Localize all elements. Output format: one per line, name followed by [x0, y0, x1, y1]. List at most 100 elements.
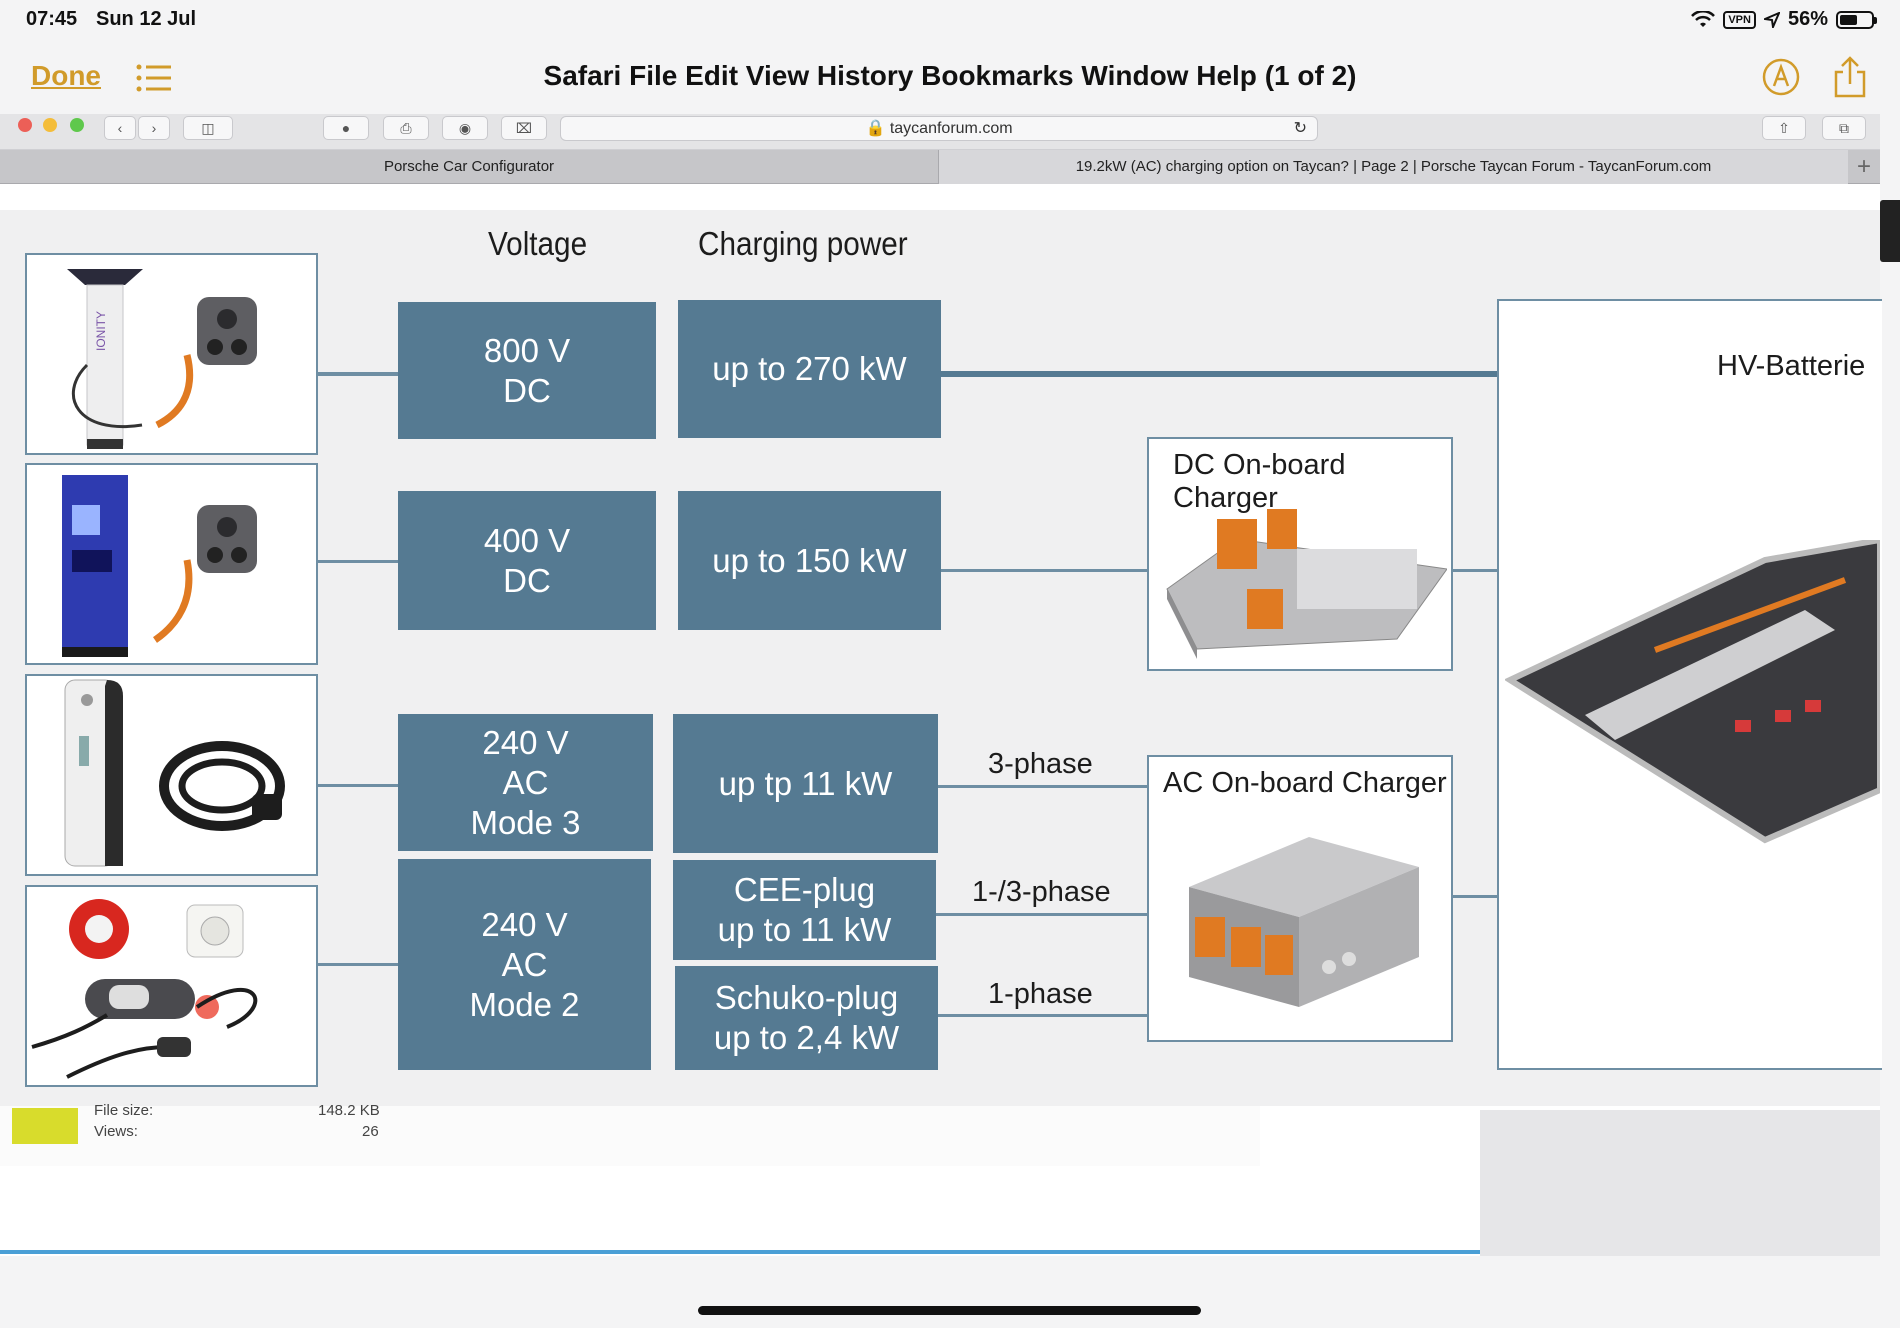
forward-button[interactable]: › [138, 116, 170, 140]
power-value: up to 150 kW [712, 541, 907, 579]
mobile-charger-image [31, 899, 258, 1079]
hv-battery-label: HV-Batterie [1717, 350, 1866, 382]
new-tab-button[interactable]: + [1850, 152, 1878, 182]
printer-icon: ⎙ [400, 119, 412, 136]
close-window-button[interactable] [18, 118, 32, 132]
markup-icon[interactable] [1762, 58, 1800, 96]
current-type: AC [501, 945, 548, 983]
ac-charger-unit-image [1189, 837, 1419, 1007]
battery-icon [1836, 10, 1877, 29]
phase-label-1: 1-phase [988, 978, 1093, 1010]
dc-charger-photo [25, 463, 318, 665]
attachment-info [0, 1106, 1260, 1166]
dot-icon: ● [341, 120, 351, 136]
dc-charger-unit-image [1166, 509, 1447, 659]
connector-line [940, 569, 1148, 572]
address-text: taycanforum.com [889, 120, 1013, 137]
views-value: 26 [362, 1123, 379, 1140]
voltage-box-400v-dc: 400 V DC [398, 491, 656, 630]
connector-line [937, 785, 1147, 788]
power-box-270kw: up to 270 kW [678, 300, 941, 438]
location-arrow-icon [1763, 11, 1780, 28]
page-divider [0, 1250, 1480, 1254]
wallbox-image [64, 679, 285, 867]
connector-line [318, 963, 398, 966]
file-size-value: 148.2 KB [318, 1102, 380, 1119]
charging-mode: Mode 2 [469, 985, 580, 1023]
toolbar-share-button[interactable]: ⇧ [1762, 116, 1806, 140]
ac-onboard-charger: AC On-board Charger [1147, 755, 1453, 1042]
tab-overview-button[interactable]: ⧉ [1822, 116, 1866, 140]
charging-power-header: Charging power [698, 225, 908, 262]
viewer-title: Safari File Edit View History Bookmarks … [543, 60, 1357, 91]
connector-line [318, 560, 398, 563]
reader-icon: ⌧ [515, 119, 533, 136]
print-button[interactable]: ⎙ [383, 116, 429, 140]
power-value: up to 11 kW [717, 911, 892, 948]
phase-label-1-3: 1-/3-phase [972, 876, 1111, 908]
status-time: 07:45 [26, 8, 78, 30]
tabs-icon: ⧉ [1839, 119, 1849, 136]
sidebar-button[interactable]: ◫ [183, 116, 233, 140]
connector-line [318, 372, 398, 376]
connector-line [940, 371, 1500, 377]
voltage-box-240v-ac-mode3: 240 V AC Mode 3 [398, 714, 653, 851]
connector-line [1453, 569, 1497, 572]
chevron-right-icon: › [151, 120, 157, 136]
voltage-value: 240 V [481, 905, 568, 943]
ionity-charger-photo: IONITY [25, 253, 318, 455]
wifi-icon [1691, 10, 1716, 27]
reload-icon[interactable]: ↻ [1294, 117, 1307, 140]
zoom-window-button[interactable] [70, 118, 84, 132]
shield-icon: ◉ [458, 119, 472, 136]
voltage-value: 800 V [483, 331, 571, 369]
plug-type: Schuko-plug [714, 979, 899, 1016]
phase-label-3: 3-phase [988, 748, 1093, 780]
page-sidebar-area [1480, 1110, 1880, 1256]
voltage-box-240v-ac-mode2: 240 V AC Mode 2 [398, 859, 651, 1070]
ac-charger-label: AC On-board Charger [1163, 767, 1447, 799]
home-indicator[interactable] [698, 1306, 1201, 1315]
dc-charger-image [62, 475, 257, 657]
voltage-value: 240 V [482, 723, 569, 761]
ionity-logo: IONITY [94, 311, 108, 351]
voltage-value: 400 V [483, 521, 571, 559]
power-box-schuko-plug: Schuko-plug up to 2,4 kW [675, 966, 938, 1070]
mobile-charger-photo [25, 885, 318, 1087]
lock-icon: 🔒 [865, 120, 886, 137]
reader-button[interactable]: ⌧ [501, 116, 547, 140]
current-type: DC [503, 561, 551, 599]
charging-mode: Mode 3 [470, 803, 581, 841]
back-button[interactable]: ‹ [104, 116, 136, 140]
battery-percent: 56% [1787, 8, 1828, 30]
minimize-window-button[interactable] [43, 118, 57, 132]
power-box-150kw: up to 150 kW [678, 491, 941, 630]
voltage-header: Voltage [488, 225, 588, 262]
connector-line [937, 1014, 1147, 1017]
power-value: up to 2,4 kW [713, 1019, 900, 1056]
vpn-badge: VPN [1723, 10, 1756, 29]
scroll-indicator[interactable] [1880, 200, 1900, 262]
plug-type: CEE-plug [733, 871, 876, 908]
extension-button[interactable]: ● [323, 116, 369, 140]
privacy-button[interactable]: ◉ [442, 116, 488, 140]
views-label: Views: [94, 1123, 138, 1140]
sidebar-icon: ◫ [201, 119, 215, 136]
address-bar[interactable]: 🔒 taycanforum.com ↻ [560, 116, 1318, 141]
connector-line [935, 913, 1147, 916]
current-type: AC [502, 763, 549, 801]
power-value: up to 270 kW [712, 350, 907, 387]
wallbox-photo [25, 674, 318, 876]
tab-taycan-forum[interactable]: 19.2kW (AC) charging option on Taycan? |… [938, 150, 1848, 184]
file-size-label: File size: [94, 1102, 154, 1119]
power-box-11kw: up tp 11 kW [673, 714, 938, 853]
share-icon[interactable] [1832, 56, 1868, 98]
chevron-left-icon: ‹ [117, 120, 123, 136]
tab-porsche-configurator[interactable]: Porsche Car Configurator [0, 150, 938, 184]
hv-battery-image [1505, 540, 1880, 844]
voltage-box-800v-dc: 800 V DC [398, 302, 656, 439]
attachment-thumbnail[interactable] [12, 1108, 78, 1144]
status-bar: 07:45 Sun 12 Jul VPN 56% [0, 0, 1900, 38]
connector-line [1453, 895, 1497, 898]
current-type: DC [503, 371, 551, 409]
